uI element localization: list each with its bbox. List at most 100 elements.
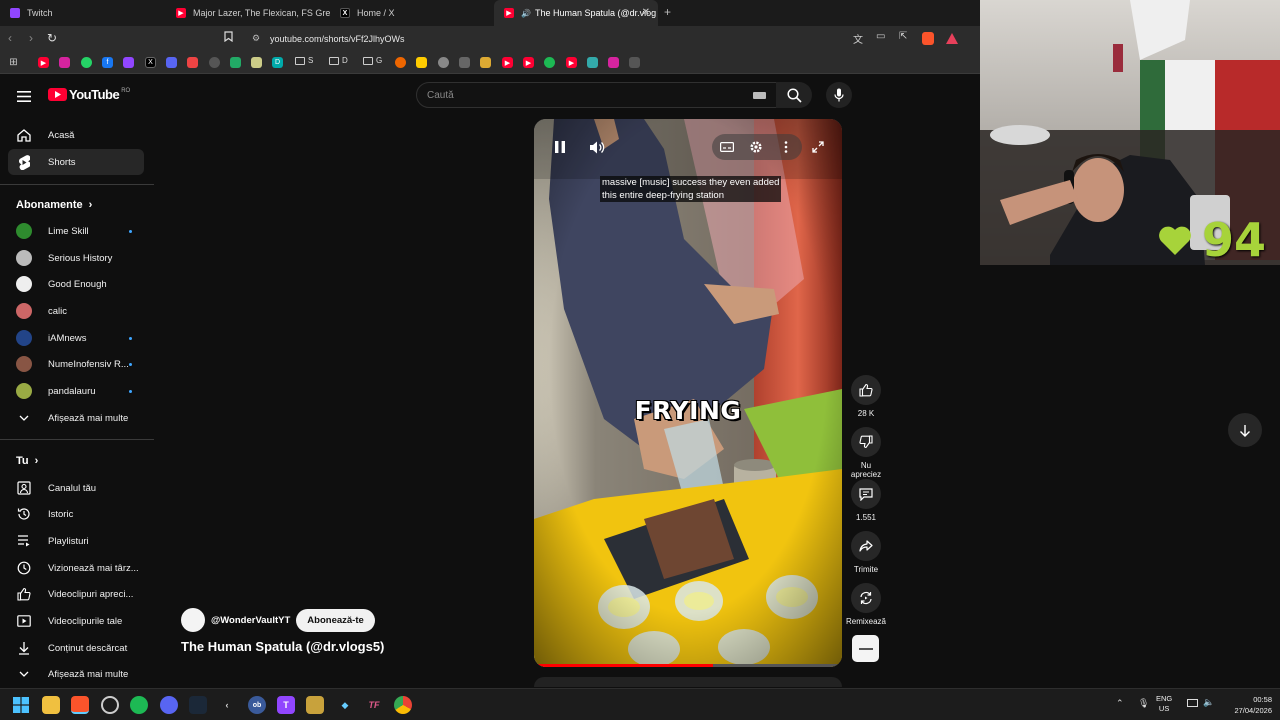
bookmark-app-icon[interactable] bbox=[416, 57, 427, 68]
next-video-button[interactable] bbox=[1228, 413, 1262, 447]
tab-twitch[interactable]: Twitch bbox=[0, 0, 166, 26]
sidebar-item-downloads[interactable]: Conținut descărcat bbox=[8, 635, 144, 661]
system-clock[interactable]: 00:58 27/04/2026 bbox=[1222, 694, 1272, 716]
reload-icon[interactable]: ↻ bbox=[47, 31, 57, 45]
app-icon[interactable] bbox=[101, 696, 119, 714]
chrome-icon[interactable] bbox=[394, 696, 412, 714]
menu-icon[interactable] bbox=[17, 89, 31, 107]
spotify-icon[interactable] bbox=[130, 696, 148, 714]
sidebar-item-home[interactable]: Acasă bbox=[8, 122, 144, 148]
volume-button[interactable] bbox=[582, 137, 612, 157]
bookmark-app-icon[interactable] bbox=[230, 57, 241, 68]
brave-shields-icon[interactable] bbox=[922, 32, 934, 45]
display-icon[interactable] bbox=[1187, 699, 1198, 707]
share-icon[interactable]: ⇱ bbox=[899, 31, 907, 42]
bookmark-app-icon[interactable] bbox=[209, 57, 220, 68]
bookmark-app-icon[interactable] bbox=[251, 57, 262, 68]
bookmark-app-icon[interactable] bbox=[395, 57, 406, 68]
show-more-you[interactable]: Afișează mai multe bbox=[8, 661, 144, 687]
bookmark-x-icon[interactable]: X bbox=[145, 57, 156, 68]
app-icon[interactable]: ob bbox=[248, 696, 266, 714]
share-button[interactable]: Trimite bbox=[845, 531, 887, 574]
bookmark-app-icon[interactable]: D bbox=[272, 57, 283, 68]
bookmark-youtube-icon[interactable]: ▶ bbox=[566, 57, 577, 68]
channel-avatar[interactable] bbox=[181, 608, 205, 632]
sidebar-item-history[interactable]: Istoric bbox=[8, 501, 144, 527]
subscription-item[interactable]: Lime Skill bbox=[8, 218, 144, 244]
bookmark-folder-d[interactable]: D bbox=[329, 56, 348, 65]
bookmark-app-icon[interactable] bbox=[629, 57, 640, 68]
bookmark-instagram-icon[interactable] bbox=[608, 57, 619, 68]
bookmark-app-icon[interactable] bbox=[459, 57, 470, 68]
cast-icon[interactable]: ▭ bbox=[876, 31, 885, 42]
bookmark-app-icon[interactable] bbox=[480, 57, 491, 68]
subscription-item[interactable]: iAMnews bbox=[8, 325, 144, 351]
fullscreen-button[interactable] bbox=[803, 137, 833, 157]
close-icon[interactable]: ✕ bbox=[642, 7, 650, 18]
subscription-item[interactable]: Serious History bbox=[8, 245, 144, 271]
site-settings-icon[interactable]: ⚙ bbox=[252, 33, 260, 44]
bookmark-whatsapp-icon[interactable] bbox=[81, 57, 92, 68]
app-icon[interactable]: ‹ bbox=[218, 696, 236, 714]
tab-youtube-music[interactable]: ▶ Major Lazer, The Flexican, FS Green & bbox=[166, 0, 330, 26]
bookmark-youtube-icon[interactable]: ▶ bbox=[502, 57, 513, 68]
subscription-item[interactable]: calic bbox=[8, 298, 144, 324]
sidebar-item-playlists[interactable]: Playlisturi bbox=[8, 528, 144, 554]
file-explorer-icon[interactable] bbox=[42, 696, 60, 714]
video-progress-bar[interactable] bbox=[534, 664, 842, 667]
youtube-logo[interactable]: YouTube RO bbox=[48, 87, 130, 102]
apps-grid-icon[interactable]: ⊞ bbox=[8, 57, 19, 68]
bookmark-app-icon[interactable] bbox=[166, 57, 177, 68]
show-more-subscriptions[interactable]: Afișează mai multe bbox=[8, 405, 144, 431]
bookmark-folder-s[interactable]: S bbox=[295, 56, 313, 65]
subscription-item[interactable]: pandalauru bbox=[8, 378, 144, 404]
search-button[interactable] bbox=[776, 82, 812, 108]
subscribe-button[interactable]: Abonează-te bbox=[296, 608, 375, 632]
channel-handle[interactable]: @WonderVaultYT bbox=[211, 615, 290, 626]
you-heading[interactable]: Tu › bbox=[16, 455, 38, 467]
search-input[interactable]: Caută bbox=[416, 82, 778, 108]
voice-search-button[interactable] bbox=[826, 82, 852, 108]
new-tab-button[interactable]: + bbox=[664, 5, 671, 19]
sidebar-item-shorts[interactable]: Shorts bbox=[8, 149, 144, 175]
settings-button[interactable] bbox=[741, 137, 771, 157]
input-language[interactable]: ENG US bbox=[1156, 694, 1172, 714]
video-title[interactable]: The Human Spatula (@dr.vlogs5) bbox=[181, 639, 384, 654]
brave-rewards-icon[interactable] bbox=[946, 33, 958, 44]
subscriptions-heading[interactable]: Abonamente › bbox=[16, 199, 92, 211]
sidebar-item-your-channel[interactable]: Canalul tău bbox=[8, 475, 144, 501]
next-short-preview[interactable] bbox=[534, 677, 842, 687]
bookmark-icon[interactable] bbox=[224, 31, 233, 45]
tab-x-home[interactable]: X Home / X bbox=[330, 0, 494, 26]
captions-button[interactable] bbox=[712, 137, 742, 157]
bookmark-youtube-icon[interactable]: ▶ bbox=[523, 57, 534, 68]
bookmark-twitch-icon[interactable] bbox=[123, 57, 134, 68]
steam-icon[interactable] bbox=[189, 696, 207, 714]
discord-icon[interactable] bbox=[160, 696, 178, 714]
subscription-item[interactable]: Good Enough bbox=[8, 271, 144, 297]
bookmark-instagram-icon[interactable] bbox=[59, 57, 70, 68]
bookmark-spotify-icon[interactable] bbox=[544, 57, 555, 68]
bookmark-app-icon[interactable] bbox=[438, 57, 449, 68]
bookmark-app-icon[interactable] bbox=[187, 57, 198, 68]
sidebar-item-liked-videos[interactable]: Videoclipuri apreci... bbox=[8, 581, 144, 607]
app-icon[interactable]: ◆ bbox=[336, 696, 354, 714]
keyboard-icon[interactable] bbox=[753, 92, 766, 99]
more-options-button[interactable] bbox=[771, 137, 801, 157]
audio-track-thumbnail[interactable] bbox=[852, 635, 879, 662]
dislike-button[interactable]: Nu apreciez bbox=[845, 427, 887, 479]
pause-button[interactable] bbox=[545, 137, 575, 157]
subscription-item[interactable]: NumeInofensiv R... bbox=[8, 351, 144, 377]
microphone-icon[interactable]: 🎙 bbox=[1138, 698, 1149, 709]
shorts-video-player[interactable]: massive [music] success they even added … bbox=[534, 119, 842, 667]
app-icon[interactable]: TF bbox=[365, 696, 383, 714]
bookmark-app-icon[interactable] bbox=[587, 57, 598, 68]
sidebar-item-your-videos[interactable]: Videoclipurile tale bbox=[8, 608, 144, 634]
like-button[interactable]: 28 K bbox=[845, 375, 887, 418]
comments-button[interactable]: 1.551 bbox=[845, 479, 887, 522]
bookmark-facebook-icon[interactable]: f bbox=[102, 57, 113, 68]
sidebar-item-watch-later[interactable]: Vizionează mai târz... bbox=[8, 555, 144, 581]
bookmark-folder-g[interactable]: G bbox=[363, 56, 382, 65]
back-icon[interactable]: ‹ bbox=[8, 31, 12, 45]
translate-icon[interactable]: 文 bbox=[853, 31, 863, 46]
